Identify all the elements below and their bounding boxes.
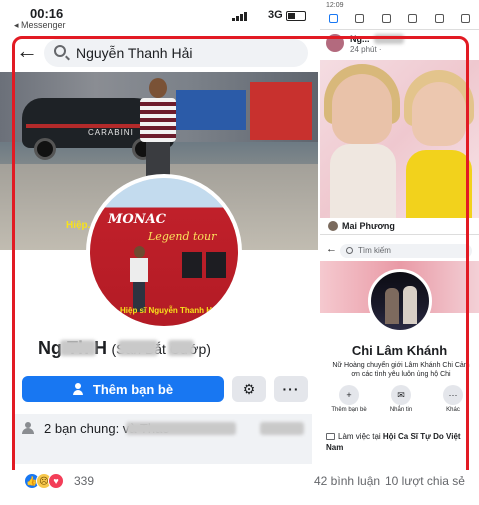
nested-status-bar [320, 235, 479, 243]
avatar-bus-window [182, 252, 202, 278]
status-time: 00:16 [30, 6, 64, 21]
commenter-name[interactable]: Mai Phương [342, 221, 395, 231]
nested-action-row: + Thêm bạn bè ✉ Nhắn tin ··· Khác [326, 385, 476, 425]
menu-tab-icon[interactable] [461, 13, 471, 23]
left-screenshot: 00:16 ◂ Messenger 3G ← Nguyễn Thanh Hải … [0, 0, 318, 470]
avatar-bus-window [206, 252, 226, 278]
bell-icon[interactable] [434, 13, 444, 23]
nested-more-label: Khác [446, 407, 460, 413]
nested-back-arrow-icon[interactable]: ← [326, 243, 337, 255]
nested-more-button[interactable]: ··· Khác [430, 385, 476, 425]
reaction-count[interactable]: 339 [74, 474, 94, 488]
avatar-caption: Hiệp sĩ Nguyễn Thanh H... [120, 306, 219, 315]
nested-search-placeholder: Tìm kiếm [358, 246, 391, 255]
name-blur [60, 340, 96, 356]
mutual-blur [260, 422, 304, 435]
search-header: ← Nguyễn Thanh Hải [0, 34, 318, 72]
nested-profile-picture[interactable] [368, 269, 432, 333]
avatar-man [130, 246, 148, 312]
name-blur [118, 340, 158, 356]
more-options-button[interactable]: ··· [274, 376, 308, 402]
cover-blue-sign [176, 90, 246, 130]
search-query: Nguyễn Thanh Hải [76, 45, 193, 61]
friends-tab-icon[interactable] [355, 13, 365, 23]
battery-icon [286, 11, 306, 21]
briefcase-icon [326, 433, 335, 441]
watch-tab-icon[interactable] [381, 13, 391, 23]
status-bar: 00:16 ◂ Messenger 3G [0, 0, 318, 34]
home-tab-icon[interactable] [328, 13, 338, 23]
nested-profile-name: Chi Lâm Khánh [351, 343, 448, 358]
search-icon [54, 45, 66, 57]
nested-search-icon [346, 247, 353, 254]
mutual-blur [126, 422, 236, 435]
add-friend-icon [72, 383, 87, 395]
profile-picture[interactable]: MONAC Legend tour Hiệp sĩ Nguyễn Thanh H… [86, 174, 242, 330]
mutual-friends-icon [22, 422, 38, 434]
network-type: 3G [268, 9, 283, 21]
poster-name[interactable]: Ng... [350, 34, 370, 44]
nested-message-label: Nhắn tin [389, 407, 413, 413]
gear-icon: ⚙ [242, 380, 256, 397]
cover-car-wheel [34, 138, 56, 160]
poster-name-blur [374, 34, 404, 44]
back-arrow-icon[interactable]: ← [16, 40, 38, 62]
poster-avatar[interactable] [326, 34, 344, 52]
messenger-icon: ✉ [391, 385, 411, 405]
back-to-messenger-link[interactable]: ◂ Messenger [14, 20, 66, 31]
post-header: Ng... 24 phút · [320, 30, 479, 60]
commenter-avatar[interactable] [328, 221, 338, 231]
cover-person [138, 78, 180, 188]
nested-profile-bio: Nữ Hoàng chuyển giới Lâm Khánh Chi Cảm ơ… [332, 362, 470, 378]
reaction-emojis[interactable]: 👍 ☹ ♥ [24, 473, 64, 489]
search-input[interactable]: Nguyễn Thanh Hải [44, 39, 308, 67]
avatar-bus-text2: Legend tour [148, 230, 217, 243]
add-friend-button[interactable]: Thêm bạn bè [22, 376, 224, 402]
avatar-bus-text: MONAC [108, 212, 167, 227]
nested-search-input[interactable]: Tìm kiếm [340, 244, 472, 258]
add-friend-icon: + [339, 385, 359, 405]
settings-button[interactable]: ⚙ [232, 376, 266, 402]
profile-tab-icon[interactable] [408, 13, 418, 23]
cover-red-panel [250, 82, 312, 140]
right-screenshot: 12:09 Ng... 24 phút · Mai Phương ← Tìm k… [318, 0, 479, 470]
post-time: 24 phút · [350, 45, 382, 54]
more-icon: ··· [443, 385, 463, 405]
cover-car-text: CARABINI [88, 128, 134, 137]
name-blur [168, 340, 194, 356]
comment-count[interactable]: 42 bình luận [314, 474, 380, 488]
signal-icon [232, 12, 247, 21]
mutual-friends-row[interactable]: 2 bạn chung: và Thao [14, 414, 312, 464]
nested-add-friend-button[interactable]: + Thêm bạn bè [326, 385, 372, 425]
heart-icon: ♥ [48, 473, 64, 489]
right-status-time: 12:09 [326, 2, 344, 9]
work-prefix: Làm việc tại [338, 432, 383, 441]
commenter-row: Mai Phương [320, 218, 479, 234]
post-photo[interactable] [320, 60, 479, 218]
more-icon: ··· [282, 381, 300, 397]
nested-profile-screenshot: ← Tìm kiếm Chi Lâm Khánh Nữ Hoàng chuyển… [320, 234, 479, 470]
right-nav-tabs [320, 10, 479, 26]
nested-message-button[interactable]: ✉ Nhắn tin [378, 385, 424, 425]
share-count[interactable]: 10 lượt chia sẻ [385, 474, 465, 488]
add-friend-label: Thêm bạn bè [92, 381, 174, 397]
nested-add-friend-label: Thêm bạn bè [331, 407, 367, 413]
nested-work-info: Làm việc tại Hội Ca Sĩ Tự Do Việt Nam [326, 431, 476, 453]
